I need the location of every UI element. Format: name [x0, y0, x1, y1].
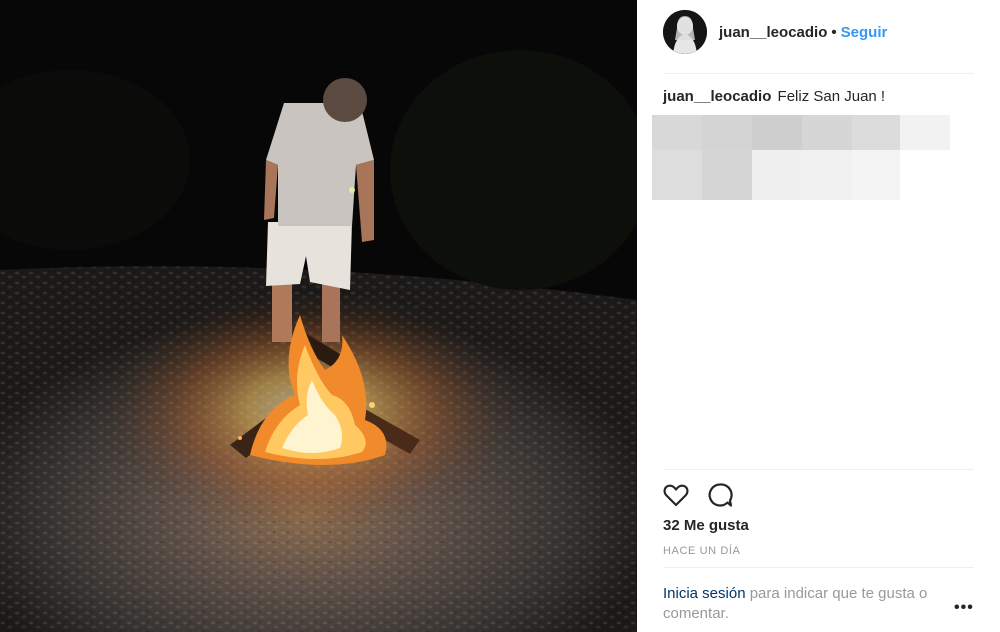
- login-prompt: Inicia sesión para indicar que te gusta …: [663, 584, 963, 624]
- caption-username[interactable]: juan__leocadio: [663, 88, 771, 105]
- divider: [663, 73, 974, 74]
- likes-count[interactable]: 32 Me gusta: [663, 517, 749, 534]
- comment-bubble-icon[interactable]: [706, 481, 734, 509]
- post-actions: [662, 481, 734, 509]
- bonfire-photo: [0, 0, 637, 632]
- heart-outline-icon[interactable]: [662, 481, 690, 509]
- divider: [663, 469, 974, 470]
- login-link[interactable]: Inicia sesión: [663, 585, 746, 602]
- caption-text: Feliz San Juan !: [777, 88, 886, 105]
- post-photo: [0, 0, 637, 632]
- post-sidebar: juan__leocadio • Seguir juan__leocadio F…: [637, 0, 1000, 632]
- avatar[interactable]: [663, 10, 707, 54]
- follow-button[interactable]: Seguir: [841, 24, 888, 41]
- pixelated-comment-block: [652, 115, 950, 201]
- avatar-image: [663, 10, 707, 54]
- more-options-icon[interactable]: •••: [954, 599, 973, 619]
- header-username[interactable]: juan__leocadio: [719, 24, 827, 41]
- post-caption: juan__leocadio Feliz San Juan !: [663, 88, 885, 105]
- header-separator: •: [831, 23, 837, 41]
- post-header: juan__leocadio • Seguir: [663, 9, 973, 55]
- divider: [663, 567, 974, 568]
- post-timestamp: HACE UN DÍA: [663, 545, 741, 557]
